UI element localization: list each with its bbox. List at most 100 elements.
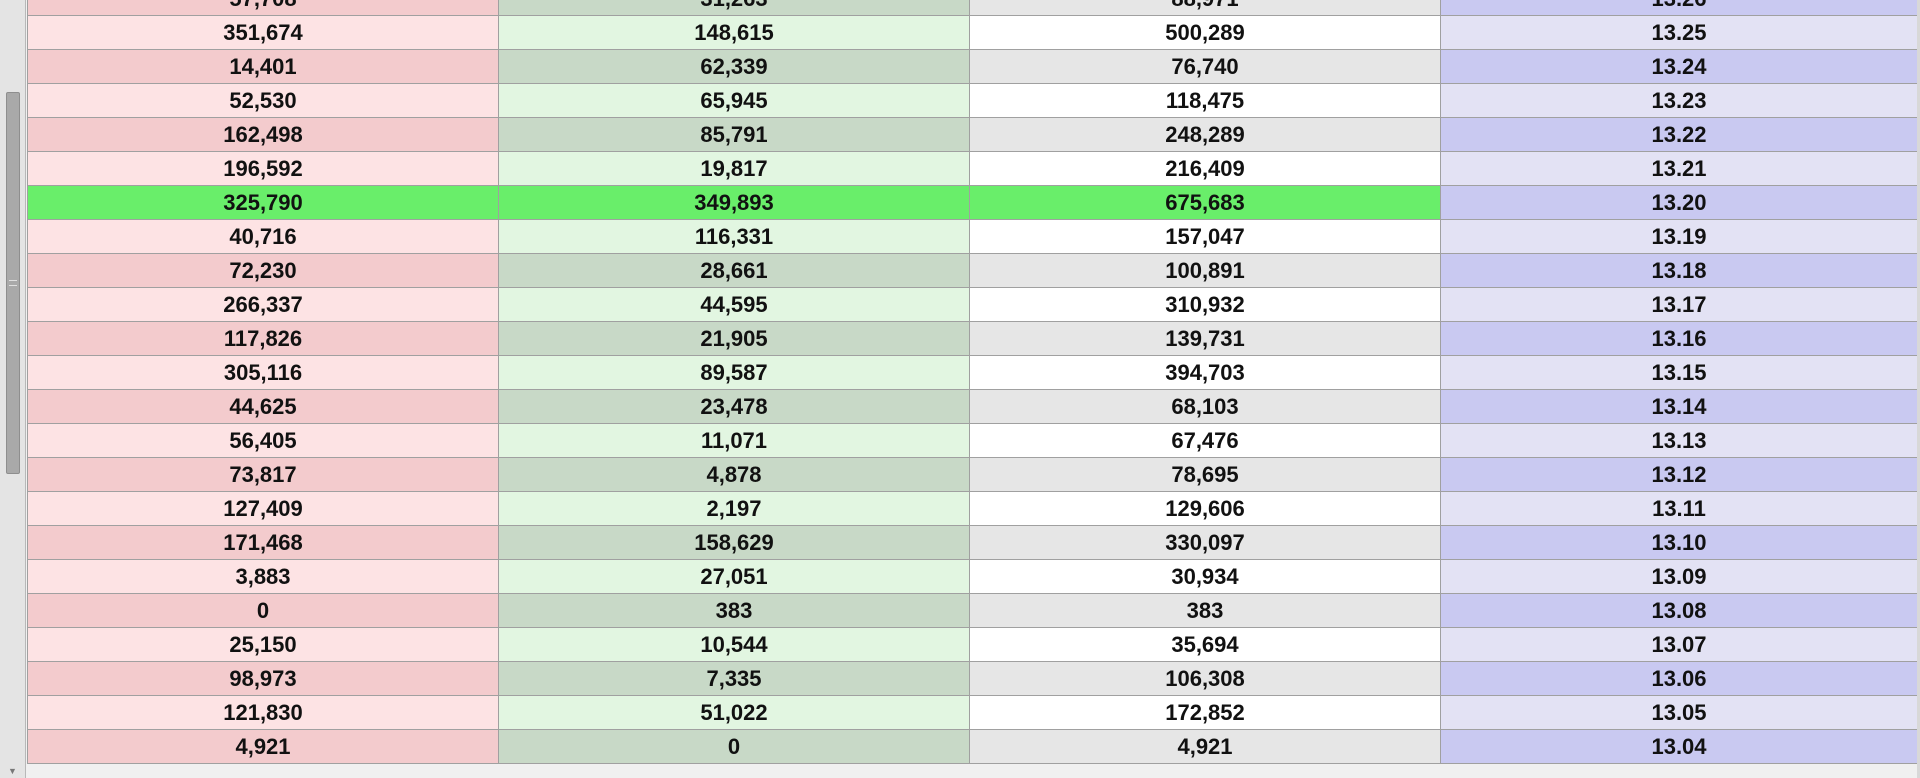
price-cell[interactable]: 13.17	[1440, 287, 1918, 322]
bid-volume-cell[interactable]: 325,790	[27, 185, 499, 220]
table-row[interactable]: 162,498 85,791 248,289 13.22	[27, 117, 1918, 152]
table-row[interactable]: 52,530 65,945 118,475 13.23	[27, 83, 1918, 118]
price-cell[interactable]: 13.05	[1440, 695, 1918, 730]
bid-volume-cell[interactable]: 127,409	[27, 491, 499, 526]
price-cell[interactable]: 13.25	[1440, 15, 1918, 50]
table-row[interactable]: 3,883 27,051 30,934 13.09	[27, 559, 1918, 594]
table-row[interactable]: 196,592 19,817 216,409 13.21	[27, 151, 1918, 186]
table-row[interactable]: 57,70831,26388,97113.26	[27, 0, 1918, 16]
bid-volume-cell[interactable]: 171,468	[27, 525, 499, 560]
total-volume-cell[interactable]: 100,891	[969, 253, 1441, 288]
table-row[interactable]: 121,830 51,022 172,852 13.05	[27, 695, 1918, 730]
ask-volume-cell[interactable]: 19,817	[498, 151, 970, 186]
total-volume-cell[interactable]: 88,971	[969, 0, 1441, 16]
table-row[interactable]: 4,921 0 4,921 13.04	[27, 729, 1918, 764]
price-cell[interactable]: 13.08	[1440, 593, 1918, 628]
ask-volume-cell[interactable]: 28,661	[498, 253, 970, 288]
bid-volume-cell[interactable]: 117,826	[27, 321, 499, 356]
total-volume-cell[interactable]: 394,703	[969, 355, 1441, 390]
price-cell[interactable]: 13.26	[1440, 0, 1918, 16]
table-row[interactable]: 44,625 23,478 68,103 13.14	[27, 389, 1918, 424]
total-volume-cell[interactable]: 67,476	[969, 423, 1441, 458]
table-row[interactable]: 14,401 62,339 76,740 13.24	[27, 49, 1918, 84]
ask-volume-cell[interactable]: 4,878	[498, 457, 970, 492]
total-volume-cell[interactable]: 30,934	[969, 559, 1441, 594]
price-cell[interactable]: 13.19	[1440, 219, 1918, 254]
ask-volume-cell[interactable]: 2,197	[498, 491, 970, 526]
price-cell[interactable]: 13.09	[1440, 559, 1918, 594]
total-volume-cell[interactable]: 35,694	[969, 627, 1441, 662]
ask-volume-cell[interactable]: 27,051	[498, 559, 970, 594]
total-volume-cell[interactable]: 330,097	[969, 525, 1441, 560]
bid-volume-cell[interactable]: 305,116	[27, 355, 499, 390]
total-volume-cell[interactable]: 68,103	[969, 389, 1441, 424]
bid-volume-cell[interactable]: 4,921	[27, 729, 499, 764]
bid-volume-cell[interactable]: 56,405	[27, 423, 499, 458]
price-cell[interactable]: 13.12	[1440, 457, 1918, 492]
total-volume-cell[interactable]: 216,409	[969, 151, 1441, 186]
table-row[interactable]: 305,116 89,587 394,703 13.15	[27, 355, 1918, 390]
price-cell[interactable]: 13.15	[1440, 355, 1918, 390]
table-row[interactable]: 266,337 44,595 310,932 13.17	[27, 287, 1918, 322]
ask-volume-cell[interactable]: 31,263	[498, 0, 970, 16]
total-volume-cell[interactable]: 675,683	[969, 185, 1441, 220]
ask-volume-cell[interactable]: 383	[498, 593, 970, 628]
ask-volume-cell[interactable]: 7,335	[498, 661, 970, 696]
table-row[interactable]: 0 383 383 13.08	[27, 593, 1918, 628]
price-cell[interactable]: 13.07	[1440, 627, 1918, 662]
price-cell[interactable]: 13.18	[1440, 253, 1918, 288]
triangle-down-icon[interactable]: ▼	[0, 764, 25, 778]
bid-volume-cell[interactable]: 3,883	[27, 559, 499, 594]
bid-volume-cell[interactable]: 25,150	[27, 627, 499, 662]
ask-volume-cell[interactable]: 65,945	[498, 83, 970, 118]
total-volume-cell[interactable]: 157,047	[969, 219, 1441, 254]
table-row[interactable]: 40,716 116,331 157,047 13.19	[27, 219, 1918, 254]
total-volume-cell[interactable]: 106,308	[969, 661, 1441, 696]
price-cell[interactable]: 13.14	[1440, 389, 1918, 424]
table-row[interactable]: 351,674 148,615 500,289 13.25	[27, 15, 1918, 50]
bid-volume-cell[interactable]: 98,973	[27, 661, 499, 696]
ask-volume-cell[interactable]: 89,587	[498, 355, 970, 390]
bid-volume-cell[interactable]: 162,498	[27, 117, 499, 152]
total-volume-cell[interactable]: 76,740	[969, 49, 1441, 84]
total-volume-cell[interactable]: 139,731	[969, 321, 1441, 356]
bid-volume-cell[interactable]: 44,625	[27, 389, 499, 424]
ask-volume-cell[interactable]: 148,615	[498, 15, 970, 50]
ask-volume-cell[interactable]: 85,791	[498, 117, 970, 152]
total-volume-cell[interactable]: 118,475	[969, 83, 1441, 118]
price-cell[interactable]: 13.24	[1440, 49, 1918, 84]
bid-volume-cell[interactable]: 57,708	[27, 0, 499, 16]
ask-volume-cell[interactable]: 116,331	[498, 219, 970, 254]
ask-volume-cell[interactable]: 62,339	[498, 49, 970, 84]
bid-volume-cell[interactable]: 52,530	[27, 83, 499, 118]
price-cell[interactable]: 13.13	[1440, 423, 1918, 458]
price-cell[interactable]: 13.11	[1440, 491, 1918, 526]
total-volume-cell[interactable]: 78,695	[969, 457, 1441, 492]
table-row[interactable]: 25,150 10,544 35,694 13.07	[27, 627, 1918, 662]
bid-volume-cell[interactable]: 266,337	[27, 287, 499, 322]
bid-volume-cell[interactable]: 0	[27, 593, 499, 628]
ask-volume-cell[interactable]: 349,893	[498, 185, 970, 220]
total-volume-cell[interactable]: 4,921	[969, 729, 1441, 764]
price-cell[interactable]: 13.10	[1440, 525, 1918, 560]
ask-volume-cell[interactable]: 21,905	[498, 321, 970, 356]
total-volume-cell[interactable]: 310,932	[969, 287, 1441, 322]
bid-volume-cell[interactable]: 14,401	[27, 49, 499, 84]
table-row[interactable]: 98,973 7,335 106,308 13.06	[27, 661, 1918, 696]
total-volume-cell[interactable]: 383	[969, 593, 1441, 628]
ask-volume-cell[interactable]: 23,478	[498, 389, 970, 424]
price-cell[interactable]: 13.22	[1440, 117, 1918, 152]
ask-volume-cell[interactable]: 0	[498, 729, 970, 764]
table-row[interactable]: 117,826 21,905 139,731 13.16	[27, 321, 1918, 356]
price-cell[interactable]: 13.04	[1440, 729, 1918, 764]
ask-volume-cell[interactable]: 51,022	[498, 695, 970, 730]
bid-volume-cell[interactable]: 72,230	[27, 253, 499, 288]
bid-volume-cell[interactable]: 40,716	[27, 219, 499, 254]
table-row[interactable]: 171,468 158,629 330,097 13.10	[27, 525, 1918, 560]
total-volume-cell[interactable]: 248,289	[969, 117, 1441, 152]
price-cell[interactable]: 13.16	[1440, 321, 1918, 356]
total-volume-cell[interactable]: 172,852	[969, 695, 1441, 730]
table-row[interactable]: 72,230 28,661 100,891 13.18	[27, 253, 1918, 288]
price-cell[interactable]: 13.21	[1440, 151, 1918, 186]
total-volume-cell[interactable]: 500,289	[969, 15, 1441, 50]
